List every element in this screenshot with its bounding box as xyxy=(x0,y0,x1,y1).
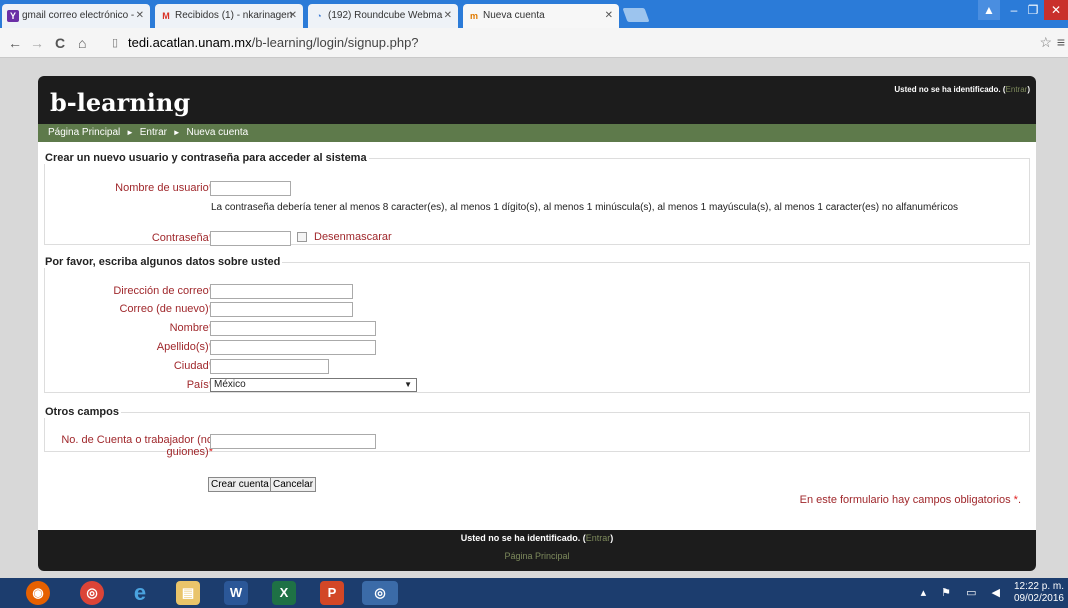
url-path: /b-learning/login/signup.php? xyxy=(251,35,419,50)
windows-taskbar: ◉ ◎ e ▤ W X P ◎ ▴ ⚑ ▭ ◀ 12:22 p. m. 09/0… xyxy=(0,578,1068,608)
browser-tab-gmail[interactable]: Y gmail correo electrónico - ✕ xyxy=(2,4,150,28)
email-again-label: Correo (de nuevo)* xyxy=(119,303,213,315)
legend-about-you: Por favor, escriba algunos datos sobre u… xyxy=(45,256,281,268)
file-explorer-icon[interactable]: ▤ xyxy=(176,581,200,605)
site-footer: Usted no se ha identificado. (Entrar) Pá… xyxy=(38,530,1036,571)
fieldset-new-user: Crear un nuevo usuario y contraseña para… xyxy=(44,152,1030,247)
firstname-label: Nombre* xyxy=(169,322,213,334)
new-tab-button[interactable] xyxy=(622,8,650,22)
yahoo-icon: Y xyxy=(7,10,19,22)
breadcrumb-current: Nueva cuenta xyxy=(186,127,249,138)
country-select[interactable]: México ▼ xyxy=(210,378,417,392)
cancel-button[interactable]: Cancelar xyxy=(270,477,317,492)
browser-tab-strip: Y gmail correo electrónico - ✕ M Recibid… xyxy=(0,0,1068,28)
page-icon: ▯ xyxy=(112,37,119,49)
email-label: Dirección de correo* xyxy=(113,285,213,297)
footer-login-info: Usted no se ha identificado. (Entrar) xyxy=(460,533,614,543)
forward-arrow-icon[interactable]: → xyxy=(30,34,44,52)
minimize-icon[interactable]: – xyxy=(1004,0,1024,20)
firstname-input[interactable] xyxy=(210,321,376,336)
moodle-icon: m xyxy=(469,11,478,21)
legend-other-fields: Otros campos xyxy=(45,406,119,418)
footer-home-link[interactable]: Página Principal xyxy=(504,551,569,561)
firefox-icon[interactable]: ◉ xyxy=(26,581,50,605)
account-number-input[interactable] xyxy=(210,434,376,449)
login-info: Usted no se ha identificado. (Entrar) xyxy=(894,85,1030,94)
breadcrumb-login[interactable]: Entrar xyxy=(140,127,167,138)
user-profile-icon[interactable]: ▲ xyxy=(978,0,1000,20)
row-country: País* México ▼ xyxy=(45,378,1029,394)
unmask-checkbox[interactable] xyxy=(297,232,307,242)
footer-login-link[interactable]: Entrar xyxy=(586,533,611,543)
site-brand[interactable]: b-learning xyxy=(50,88,190,117)
username-label: Nombre de usuario* xyxy=(115,182,213,194)
browser-tab-recibidos[interactable]: M Recibidos (1) - nkarinagen ✕ xyxy=(155,4,303,28)
username-input[interactable] xyxy=(210,181,291,196)
roundcube-icon: ◔ xyxy=(316,11,322,21)
moodle-page: b-learning Usted no se ha identificado. … xyxy=(38,76,1036,571)
close-icon[interactable]: ✕ xyxy=(605,4,613,28)
site-header: b-learning Usted no se ha identificado. … xyxy=(38,76,1036,124)
chrome-active-icon[interactable]: ◎ xyxy=(362,581,398,605)
internet-explorer-icon[interactable]: e xyxy=(128,581,152,605)
row-email: Dirección de correo* xyxy=(45,284,1029,300)
close-icon[interactable]: ✕ xyxy=(289,4,297,28)
row-email-again: Correo (de nuevo)* xyxy=(45,302,1029,318)
fieldset-about-you: Por favor, escriba algunos datos sobre u… xyxy=(44,256,1030,393)
breadcrumb-home[interactable]: Página Principal xyxy=(48,127,120,138)
breadcrumb-separator-icon: ► xyxy=(172,128,181,137)
browser-toolbar: ← → C ⌂ ▯ tedi.acatlan.unam.mx/b-learnin… xyxy=(0,28,1068,58)
menu-icon[interactable]: ≡ xyxy=(1057,34,1065,50)
browser-tab-nueva-cuenta[interactable]: m Nueva cuenta ✕ xyxy=(463,4,619,28)
fieldset-other-fields: Otros campos No. de Cuenta o trabajador … xyxy=(44,406,1030,458)
close-icon[interactable]: ✕ xyxy=(136,4,144,28)
lastname-label: Apellido(s)* xyxy=(156,341,213,353)
close-icon[interactable]: ✕ xyxy=(444,4,452,28)
bookmark-star-icon[interactable]: ☆ xyxy=(1039,34,1052,51)
row-username: Nombre de usuario* xyxy=(45,181,1029,197)
taskbar-clock[interactable]: 12:22 p. m. 09/02/2016 xyxy=(1014,581,1064,605)
maximize-icon[interactable]: ❐ xyxy=(1024,0,1042,20)
unmask-label[interactable]: Desenmascarar xyxy=(314,231,392,243)
breadcrumb-separator-icon: ► xyxy=(126,128,134,137)
address-bar[interactable]: ▯ tedi.acatlan.unam.mx/b-learning/login/… xyxy=(112,32,1042,54)
row-account-number: No. de Cuenta o trabajador (no guiones)* xyxy=(45,434,1029,462)
password-policy-note: La contraseña debería tener al menos 8 c… xyxy=(211,202,959,213)
dropdown-arrow-icon: ▼ xyxy=(404,380,412,389)
city-label: Ciudad* xyxy=(173,360,213,372)
account-number-label: No. de Cuenta o trabajador (no guiones)* xyxy=(61,434,213,458)
lastname-input[interactable] xyxy=(210,340,376,355)
email-again-input[interactable] xyxy=(210,302,353,317)
home-icon[interactable]: ⌂ xyxy=(78,34,86,52)
row-city: Ciudad* xyxy=(45,359,1029,375)
city-input[interactable] xyxy=(210,359,329,374)
chrome-icon[interactable]: ◎ xyxy=(80,581,104,605)
system-tray[interactable]: ▴ ⚑ ▭ ◀ xyxy=(921,586,1006,599)
close-window-icon[interactable]: ✕ xyxy=(1044,0,1068,20)
row-firstname: Nombre* xyxy=(45,321,1029,337)
password-label: Contraseña* xyxy=(151,232,213,244)
password-input[interactable] xyxy=(210,231,291,246)
back-arrow-icon[interactable]: ← xyxy=(8,34,22,52)
login-link[interactable]: Entrar xyxy=(1006,85,1028,94)
create-account-button[interactable]: Crear cuenta xyxy=(208,477,272,492)
reload-icon[interactable]: C xyxy=(55,34,65,52)
gmail-icon: M xyxy=(162,11,170,21)
browser-tab-roundcube[interactable]: ◔ (192) Roundcube Webma ✕ xyxy=(308,4,458,28)
word-icon[interactable]: W xyxy=(224,581,248,605)
row-password: Contraseña* Desenmascarar xyxy=(45,231,1029,247)
row-lastname: Apellido(s)* xyxy=(45,340,1029,356)
legend-new-user: Crear un nuevo usuario y contraseña para… xyxy=(45,152,367,164)
powerpoint-icon[interactable]: P xyxy=(320,581,344,605)
breadcrumb: Página Principal ► Entrar ► Nueva cuenta xyxy=(38,124,1036,142)
required-fields-note: En este formulario hay campos obligatori… xyxy=(799,494,1021,506)
excel-icon[interactable]: X xyxy=(272,581,296,605)
email-input[interactable] xyxy=(210,284,353,299)
url-host: tedi.acatlan.unam.mx xyxy=(128,35,252,50)
